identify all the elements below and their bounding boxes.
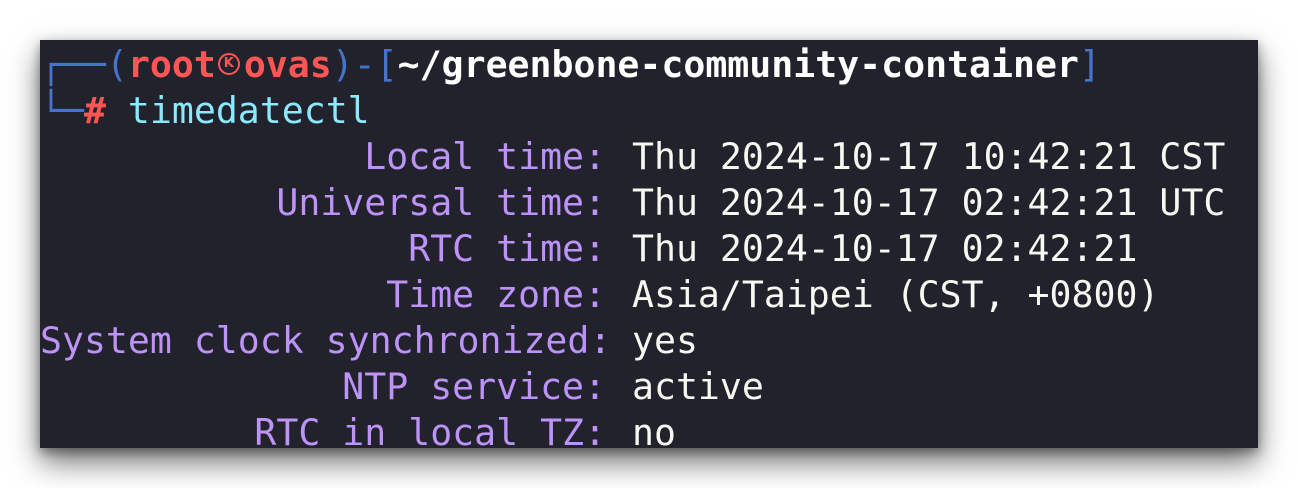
- prompt-box-bottom: └─: [40, 89, 84, 132]
- output-value: Thu 2024-10-17 02:42:21 UTC: [632, 181, 1226, 224]
- terminal-window[interactable]: ┌──(root ovas)-[~/greenbone-community-con…: [40, 40, 1258, 448]
- output-row: System clock synchronized: yes: [40, 318, 1258, 364]
- output-row: NTP service: active: [40, 364, 1258, 410]
- output-row: Local time: Thu 2024-10-17 10:42:21 CST: [40, 134, 1258, 180]
- output-row: RTC in local TZ: no: [40, 410, 1258, 448]
- prompt-close-paren: ): [331, 43, 354, 86]
- prompt-hash: #: [83, 89, 106, 132]
- prompt-bracket-open: -[: [353, 43, 398, 86]
- prompt-bracket-close: ]: [1078, 43, 1101, 86]
- prompt-host: ovas: [243, 43, 332, 86]
- prompt-cwd: ~/greenbone-community-container: [397, 43, 1079, 86]
- output-value: Thu 2024-10-17 10:42:21 CST: [632, 135, 1226, 178]
- output-key: Local time:: [364, 135, 606, 178]
- output-key: RTC in local TZ:: [254, 411, 606, 448]
- output-key: RTC time:: [408, 227, 606, 270]
- output-value: active: [632, 365, 764, 408]
- output-key: Universal time:: [276, 181, 606, 224]
- output-value: Thu 2024-10-17 02:42:21: [632, 227, 1138, 270]
- prompt-box-top: ┌──: [40, 43, 106, 86]
- output-row: Time zone: Asia/Taipei (CST, +0800): [40, 272, 1258, 318]
- output-key: System clock synchronized:: [40, 319, 612, 362]
- output-key: NTP service:: [342, 365, 606, 408]
- prompt-command: timedatectl: [127, 89, 370, 132]
- kali-icon: [217, 52, 240, 75]
- output-value: Asia/Taipei (CST, +0800): [632, 273, 1160, 316]
- output-row: Universal time: Thu 2024-10-17 02:42:21 U…: [40, 180, 1258, 226]
- prompt-user: root: [127, 43, 216, 86]
- output-value: no: [632, 411, 676, 448]
- prompt-command-line: └─# timedatectl: [40, 88, 370, 134]
- output-value: yes: [632, 319, 698, 362]
- output-key: Time zone:: [386, 273, 606, 316]
- prompt-header: ┌──(root ovas)-[~/greenbone-community-con…: [40, 42, 1101, 88]
- output-row: RTC time: Thu 2024-10-17 02:42:21: [40, 226, 1258, 272]
- prompt-open-paren: (: [105, 43, 128, 86]
